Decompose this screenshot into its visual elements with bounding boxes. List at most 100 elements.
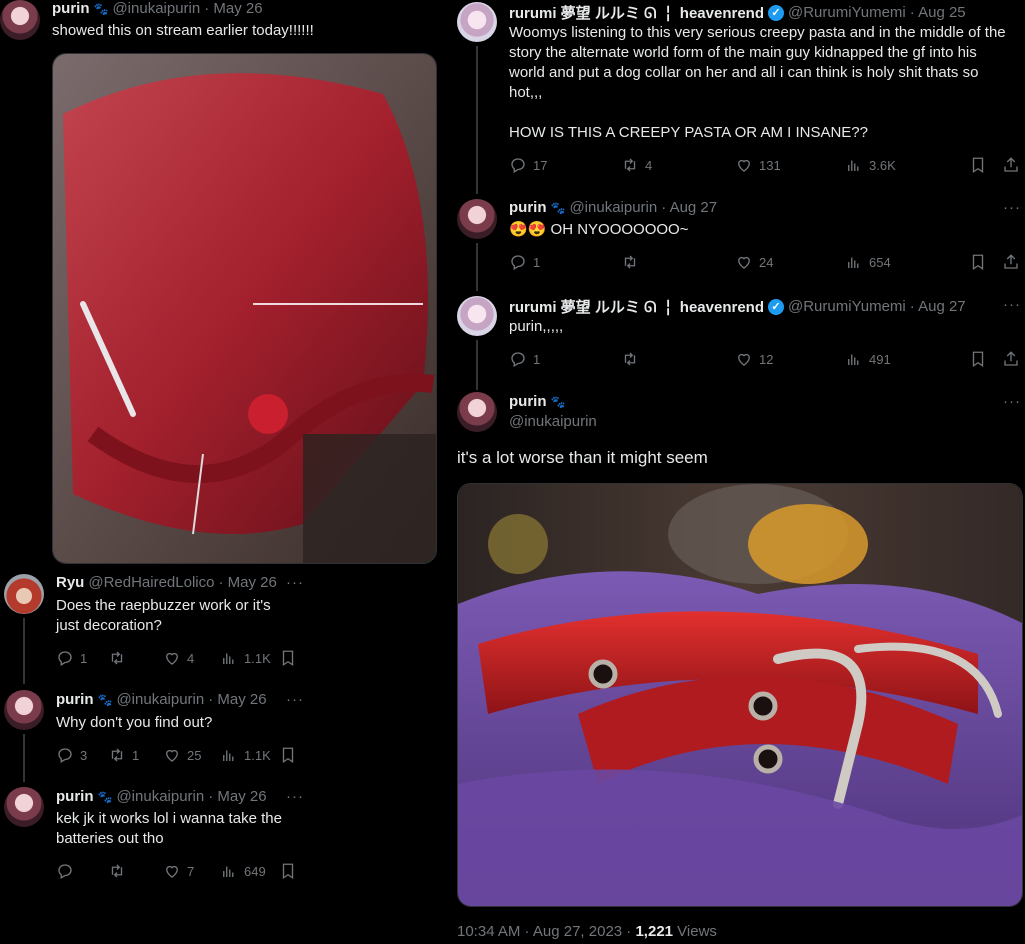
paw-icon: 🐾 <box>550 394 566 409</box>
tweet-image-randoseru[interactable] <box>52 53 437 564</box>
handle[interactable]: @inukaipurin <box>569 199 657 216</box>
more-icon[interactable]: ··· <box>286 574 304 591</box>
avatar[interactable] <box>4 787 44 827</box>
share-button[interactable] <box>1002 156 1020 174</box>
display-name[interactable]: rurumi 夢望 ルルミ ᘏ ╎ heavenrend <box>509 296 764 317</box>
retweet-button[interactable] <box>621 350 735 368</box>
avatar[interactable] <box>457 199 497 239</box>
avatar[interactable] <box>4 574 44 614</box>
views-button[interactable]: 654 <box>845 253 969 271</box>
heart-icon <box>738 353 750 366</box>
heart-icon <box>166 865 178 878</box>
tweet-text: kek jk it works lol i wanna take the bat… <box>56 810 282 847</box>
tweet-date[interactable]: · Aug 25 <box>910 4 966 21</box>
handle[interactable]: @RurumiYumemi <box>788 4 906 21</box>
retweet-icon <box>111 864 123 878</box>
display-name[interactable]: purin <box>56 788 94 805</box>
retweet-button[interactable]: 4 <box>621 156 735 174</box>
views-button[interactable]: 1.1K <box>220 649 279 667</box>
reply-icon <box>58 748 72 763</box>
tweet-header: purin 🐾 @inukaipurin · May 26 <box>52 0 263 17</box>
handle[interactable]: @inukaipurin <box>112 0 200 17</box>
retweet-button[interactable] <box>108 862 163 880</box>
tweet-header: rurumi 夢望 ルルミ ᘏ ╎ heavenrend ✓ @RurumiYu… <box>509 2 966 23</box>
like-count: 24 <box>759 254 774 270</box>
views-button[interactable]: 491 <box>845 350 969 368</box>
retweet-button[interactable]: 1 <box>108 746 163 764</box>
handle[interactable]: @RurumiYumemi <box>788 298 906 315</box>
like-button[interactable]: 7 <box>163 862 220 880</box>
right-thread-panel: rurumi 夢望 ルルミ ᘏ ╎ heavenrend ✓ @RurumiYu… <box>445 0 1025 944</box>
bookmark-button[interactable] <box>969 156 1002 174</box>
share-button[interactable] <box>1002 253 1020 271</box>
display-name[interactable]: purin <box>509 393 547 410</box>
reply-button[interactable]: 1 <box>509 253 621 271</box>
like-button[interactable]: 12 <box>735 350 845 368</box>
more-icon[interactable]: ··· <box>286 691 304 708</box>
views-count: 649 <box>244 863 266 879</box>
reply-button[interactable] <box>56 862 108 880</box>
views-button[interactable]: 1.1K <box>220 746 279 764</box>
views-button[interactable]: 3.6K <box>845 156 969 174</box>
bookmark-button[interactable] <box>279 862 297 880</box>
like-button[interactable]: 24 <box>735 253 845 271</box>
tweet-date[interactable]: · May 26 <box>208 691 266 708</box>
tweet-date[interactable]: · May 26 <box>204 0 262 17</box>
retweet-icon <box>624 352 636 366</box>
reply-button[interactable]: 17 <box>509 156 621 174</box>
more-icon[interactable]: ··· <box>286 788 304 805</box>
avatar[interactable] <box>457 2 497 42</box>
like-count: 131 <box>759 157 781 173</box>
retweet-button[interactable] <box>108 649 163 667</box>
share-icon <box>1004 254 1018 269</box>
views-count: 654 <box>869 254 891 270</box>
retweet-icon <box>111 748 123 762</box>
avatar[interactable] <box>0 0 40 40</box>
thread-line <box>476 340 478 390</box>
avatar[interactable] <box>457 392 497 432</box>
more-icon[interactable]: ··· <box>1003 393 1021 410</box>
share-icon <box>1004 351 1018 366</box>
handle[interactable]: @inukaipurin <box>116 788 204 805</box>
timestamp[interactable]: 10:34 AM · Aug 27, 2023 · <box>457 923 635 940</box>
reply-count: 3 <box>80 747 88 763</box>
views-button[interactable]: 649 <box>220 862 279 880</box>
display-name[interactable]: rurumi 夢望 ルルミ ᘏ ╎ heavenrend <box>509 2 764 23</box>
bookmark-button[interactable] <box>969 350 1002 368</box>
bookmark-button[interactable] <box>279 746 297 764</box>
handle[interactable]: @RedHairedLolico <box>88 574 214 591</box>
reply-button[interactable]: 1 <box>56 649 108 667</box>
reply-button[interactable]: 1 <box>509 350 621 368</box>
thread-line <box>476 46 478 194</box>
display-name[interactable]: purin <box>52 0 90 17</box>
bookmark-button[interactable] <box>969 253 1002 271</box>
display-name[interactable]: Ryu <box>56 574 84 591</box>
reply-button[interactable]: 3 <box>56 746 108 764</box>
like-button[interactable]: 4 <box>163 649 220 667</box>
avatar[interactable] <box>457 296 497 336</box>
more-icon[interactable]: ··· <box>1003 199 1021 216</box>
tweet-date[interactable]: · May 26 <box>218 574 276 591</box>
display-name[interactable]: purin <box>56 691 94 708</box>
more-icon[interactable]: ··· <box>1003 296 1021 313</box>
views-icon <box>223 653 234 664</box>
tweet-image-collar[interactable] <box>457 483 1023 907</box>
handle[interactable]: @inukaipurin <box>509 413 597 430</box>
avatar[interactable] <box>4 690 44 730</box>
tweet-header: purin 🐾 @inukaipurin · Aug 27 <box>509 199 717 216</box>
retweet-button[interactable] <box>621 253 735 271</box>
bookmark-button[interactable] <box>279 649 297 667</box>
bookmark-icon <box>972 351 984 368</box>
like-button[interactable]: 131 <box>735 156 845 174</box>
thread-line <box>23 734 25 782</box>
like-button[interactable]: 25 <box>163 746 220 764</box>
like-count: 25 <box>187 747 202 763</box>
display-name[interactable]: purin <box>509 199 547 216</box>
tweet-header: purin 🐾 @inukaipurin · May 26 <box>56 788 267 805</box>
tweet-date[interactable]: · Aug 27 <box>661 199 717 216</box>
share-button[interactable] <box>1002 350 1020 368</box>
tweet-date[interactable]: · Aug 27 <box>910 298 966 315</box>
tweet-date[interactable]: · May 26 <box>208 788 266 805</box>
tweet-text: Does the raepbuzzer work or it's just de… <box>56 597 271 634</box>
handle[interactable]: @inukaipurin <box>116 691 204 708</box>
